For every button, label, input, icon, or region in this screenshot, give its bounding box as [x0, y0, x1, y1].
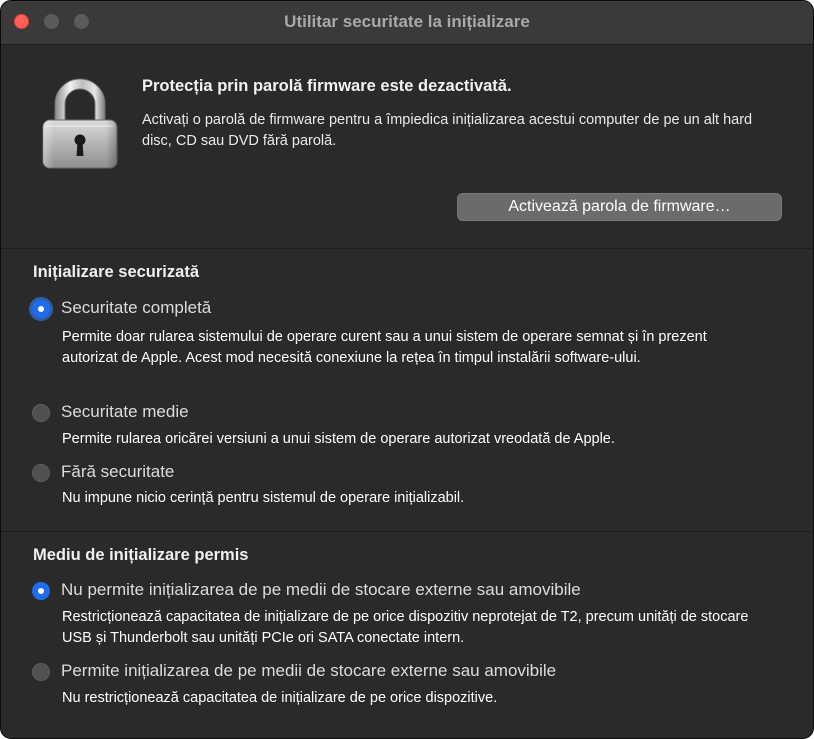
enable-firmware-password-button[interactable]: Activează parola de firmware…: [457, 193, 782, 221]
option-description: Permite doar rularea sistemului de opera…: [62, 329, 707, 366]
radio-full-security[interactable]: Securitate completă: [31, 297, 261, 321]
radio-medium-security[interactable]: Securitate medie: [31, 401, 231, 425]
radio-button[interactable]: [32, 404, 50, 422]
boot-media-title: Mediu de inițializare permis: [33, 546, 249, 564]
option-description: Nu restricționează capacitatea de iniția…: [62, 690, 498, 706]
section-divider: [1, 248, 813, 249]
option-description: Nu impune nicio cerință pentru sistemul …: [62, 490, 465, 506]
option-description: Permite rularea oricărei versiuni a unui…: [62, 431, 615, 447]
option-label: Fără securitate: [61, 462, 175, 481]
firmware-status-heading: Protecția prin parolă firmware este deza…: [142, 77, 512, 95]
radio-button-selected[interactable]: [32, 300, 50, 318]
radio-button-selected[interactable]: [32, 582, 50, 600]
firmware-description: Activați o parolă de firmware pentru a î…: [142, 112, 753, 149]
option-label: Nu permite inițializarea de pe medii de …: [61, 580, 581, 599]
option-label: Securitate completă: [61, 298, 212, 317]
section-divider: [1, 531, 813, 532]
radio-disallow-external-boot[interactable]: Nu permite inițializarea de pe medii de …: [31, 579, 691, 603]
option-label: Permite inițializarea de pe medii de sto…: [61, 661, 557, 680]
title-bar: Utilitar securitate la inițializare: [1, 1, 813, 45]
secure-boot-title: Inițializare securizată: [33, 263, 199, 281]
radio-no-security[interactable]: Fără securitate: [31, 461, 211, 485]
radio-button[interactable]: [32, 464, 50, 482]
lock-icon: [39, 74, 121, 174]
window-title: Utilitar securitate la inițializare: [284, 12, 530, 31]
startup-security-window: Utilitar securitate la inițializare Prot…: [0, 0, 814, 739]
radio-allow-external-boot[interactable]: Permite inițializarea de pe medii de sto…: [31, 660, 661, 684]
option-description: Restricționează capacitatea de inițializ…: [62, 609, 749, 646]
radio-button[interactable]: [32, 663, 50, 681]
option-label: Securitate medie: [61, 402, 189, 421]
